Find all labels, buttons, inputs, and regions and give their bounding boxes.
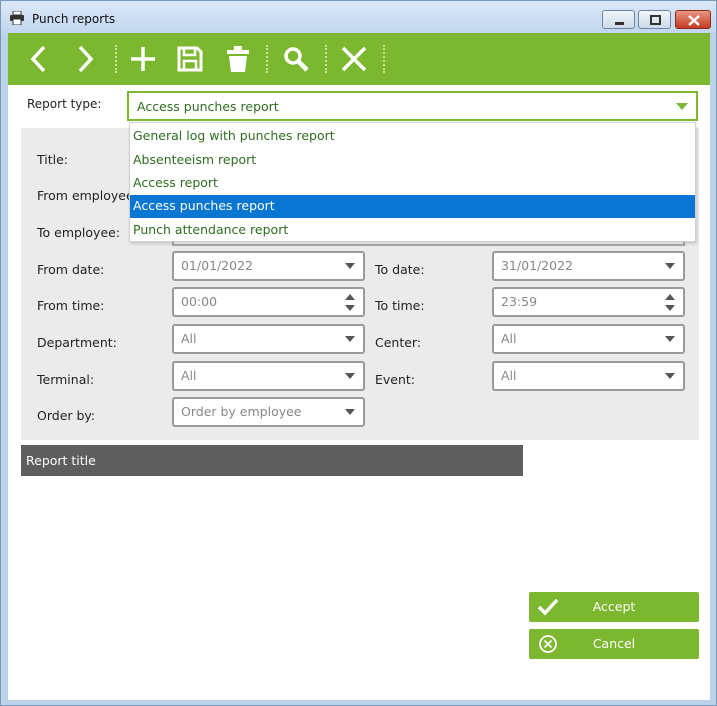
- maximize-button[interactable]: [638, 10, 671, 29]
- spin-down-icon[interactable]: [665, 305, 675, 311]
- from-date-picker[interactable]: 01/01/2022: [172, 251, 365, 281]
- report-title-bar: Report title: [21, 445, 523, 476]
- search-button[interactable]: [276, 33, 316, 85]
- accept-label: Accept: [592, 599, 636, 614]
- to-employee-label: To employee:: [37, 225, 121, 240]
- report-type-option[interactable]: Access report: [130, 172, 695, 195]
- report-type-option[interactable]: Punch attendance report: [130, 219, 695, 242]
- cancel-toolbar-button[interactable]: [334, 33, 374, 85]
- department-select[interactable]: All: [172, 324, 365, 354]
- chevron-down-icon[interactable]: [665, 336, 675, 342]
- cancel-label: Cancel: [592, 636, 636, 651]
- add-icon: [131, 47, 155, 71]
- chevron-down-icon[interactable]: [345, 336, 355, 342]
- report-type-label: Report type:: [27, 97, 102, 111]
- to-date-label: To date:: [375, 262, 425, 277]
- maximize-icon: [650, 15, 661, 25]
- delete-icon: [227, 46, 249, 72]
- minimize-icon: [615, 22, 624, 25]
- forward-icon: [78, 45, 94, 73]
- from-time-spinner[interactable]: 00:00: [172, 287, 365, 317]
- to-date-value: 31/01/2022: [501, 258, 574, 273]
- terminal-value: All: [181, 368, 197, 383]
- title-label: Title:: [37, 152, 68, 167]
- from-time-value: 00:00: [181, 294, 218, 309]
- save-button[interactable]: [170, 33, 210, 85]
- from-date-label: From date:: [37, 262, 105, 277]
- terminal-label: Terminal:: [37, 372, 95, 387]
- toolbar-separator: [325, 45, 327, 73]
- department-value: All: [181, 331, 197, 346]
- chevron-down-icon[interactable]: [345, 373, 355, 379]
- report-type-option[interactable]: General log with punches report: [130, 125, 695, 148]
- accept-button[interactable]: Accept: [529, 592, 699, 622]
- to-date-picker[interactable]: 31/01/2022: [492, 251, 685, 281]
- report-type-option[interactable]: Absenteeism report: [130, 149, 695, 172]
- to-time-label: To time:: [375, 298, 425, 313]
- toolbar-separator: [115, 45, 117, 73]
- back-icon: [30, 45, 46, 73]
- punch-reports-window: Punch reports Report type: Access punche…: [0, 0, 717, 706]
- close-button[interactable]: [675, 10, 711, 29]
- from-date-value: 01/01/2022: [181, 258, 254, 273]
- center-value: All: [501, 331, 517, 346]
- toolbar-separator: [383, 45, 385, 73]
- chevron-down-icon[interactable]: [665, 263, 675, 269]
- minimize-button[interactable]: [602, 10, 635, 29]
- back-button[interactable]: [19, 33, 59, 85]
- spin-up-icon[interactable]: [665, 294, 675, 300]
- event-select[interactable]: All: [492, 361, 685, 391]
- save-icon: [177, 46, 203, 72]
- spin-buttons[interactable]: [344, 292, 356, 314]
- event-label: Event:: [375, 372, 416, 387]
- window-title: Punch reports: [32, 12, 116, 26]
- department-label: Department:: [37, 335, 117, 350]
- terminal-select[interactable]: All: [172, 361, 365, 391]
- title-bar[interactable]: Punch reports: [1, 1, 716, 33]
- spin-buttons[interactable]: [664, 292, 676, 314]
- spin-up-icon[interactable]: [345, 294, 355, 300]
- chevron-down-icon[interactable]: [665, 373, 675, 379]
- chevron-down-icon[interactable]: [345, 263, 355, 269]
- order-by-select[interactable]: Order by employee: [172, 397, 365, 427]
- cancel-button[interactable]: Cancel: [529, 629, 699, 659]
- report-type-dropdown-list: General log with punches report Absentee…: [129, 122, 696, 242]
- event-value: All: [501, 368, 517, 383]
- from-time-label: From time:: [37, 298, 105, 313]
- report-type-option-selected[interactable]: Access punches report: [130, 195, 695, 218]
- center-select[interactable]: All: [492, 324, 685, 354]
- report-title-text: Report title: [26, 453, 96, 468]
- add-button[interactable]: [123, 33, 163, 85]
- forward-button[interactable]: [65, 33, 105, 85]
- close-icon: [688, 15, 700, 26]
- cancel-icon: [341, 46, 367, 72]
- client-area: Report type: Access punches report Title…: [8, 33, 710, 700]
- search-icon: [284, 47, 309, 72]
- report-type-select[interactable]: Access punches report: [127, 91, 698, 121]
- toolbar: [8, 33, 710, 85]
- report-type-value: Access punches report: [137, 99, 279, 114]
- chevron-down-icon[interactable]: [676, 103, 688, 110]
- center-label: Center:: [375, 335, 422, 350]
- delete-button[interactable]: [218, 33, 258, 85]
- spin-down-icon[interactable]: [345, 305, 355, 311]
- order-by-value: Order by employee: [181, 404, 302, 419]
- order-by-label: Order by:: [37, 408, 96, 423]
- printer-icon: [10, 11, 24, 25]
- chevron-down-icon[interactable]: [345, 409, 355, 415]
- toolbar-separator: [266, 45, 268, 73]
- to-time-value: 23:59: [501, 294, 538, 309]
- from-employee-label: From employee: [37, 188, 134, 203]
- to-time-spinner[interactable]: 23:59: [492, 287, 685, 317]
